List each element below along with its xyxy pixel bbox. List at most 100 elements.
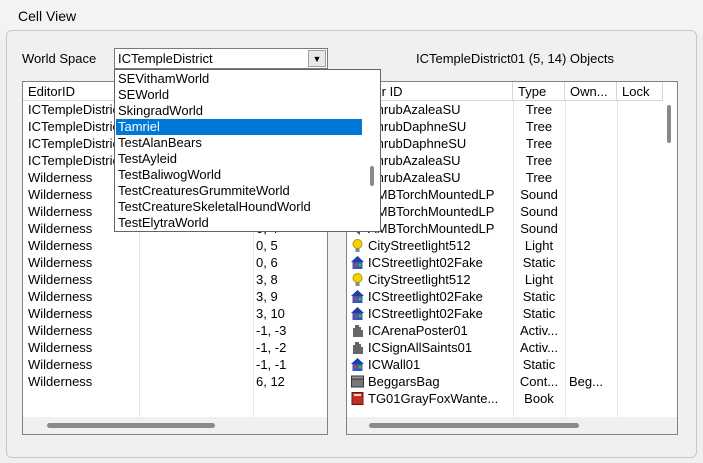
object-editor-id: ICSignAllSaints01: [368, 340, 473, 355]
object-row[interactable]: ICSignAllSaints01 Activ...: [347, 339, 663, 356]
cell-row[interactable]: Wilderness 3, 8: [23, 271, 327, 288]
cell-location: -1, -1: [256, 357, 287, 372]
horizontal-scrollbar[interactable]: [347, 417, 677, 434]
object-row[interactable]: AMBTorchMountedLP Sound: [347, 203, 663, 220]
object-editor-id: AMBTorchMountedLP: [368, 204, 495, 219]
scrollbar-thumb[interactable]: [667, 105, 671, 143]
column-header-owner[interactable]: Own...: [565, 82, 617, 101]
dropdown-option[interactable]: Tamriel: [116, 119, 362, 135]
object-owner: [569, 152, 615, 169]
static-house-icon: [350, 357, 365, 372]
cell-location: 3, 10: [256, 306, 285, 321]
object-editor-id: AMBTorchMountedLP: [368, 187, 495, 202]
object-row[interactable]: AMBTorchMountedLP Sound: [347, 220, 663, 237]
scrollbar-thumb[interactable]: [370, 166, 374, 186]
activator-hand-icon: [350, 340, 365, 355]
dropdown-option[interactable]: SEWorld: [116, 87, 362, 103]
object-editor-id: ShrubAzaleaSU: [368, 170, 461, 185]
object-owner: [569, 339, 615, 356]
cell-row[interactable]: Wilderness 3, 9: [23, 288, 327, 305]
object-editor-id: CityStreetlight512: [368, 238, 471, 253]
object-type: Sound: [520, 187, 558, 202]
object-row[interactable]: ShrubDaphneSU Tree: [347, 135, 663, 152]
world-space-combobox[interactable]: ICTempleDistrict ▼: [114, 48, 328, 69]
dropdown-option[interactable]: TestAyleid: [116, 151, 362, 167]
object-row[interactable]: ICStreetlight02Fake Static: [347, 288, 663, 305]
cell-row[interactable]: Wilderness -1, -2: [23, 339, 327, 356]
world-space-dropdown-list[interactable]: SEVithamWorld SEWorld SkingradWorld Tamriel…: [114, 69, 381, 232]
object-row[interactable]: TG01GrayFoxWante... Book: [347, 390, 663, 407]
object-row[interactable]: ICStreetlight02Fake Static: [347, 305, 663, 322]
object-owner: Beg...: [569, 374, 603, 389]
object-row[interactable]: ShrubAzaleaSU Tree: [347, 169, 663, 186]
cell-row[interactable]: Wilderness -1, -1: [23, 356, 327, 373]
object-type: Static: [522, 357, 556, 372]
cell-location: 3, 8: [256, 272, 278, 287]
cell-row[interactable]: Wilderness 0, 6: [23, 254, 327, 271]
object-row[interactable]: ICArenaPoster01 Activ...: [347, 322, 663, 339]
object-owner: [569, 254, 615, 271]
scrollbar-thumb[interactable]: [369, 423, 579, 428]
object-editor-id: ICStreetlight02Fake: [368, 255, 483, 270]
dropdown-option[interactable]: SkingradWorld: [116, 103, 362, 119]
object-type: Tree: [525, 153, 553, 168]
object-row[interactable]: CityStreetlight512 Light: [347, 271, 663, 288]
cell-row[interactable]: Wilderness 0, 5: [23, 237, 327, 254]
object-owner: [569, 186, 615, 203]
dropdown-option[interactable]: TestCreatureSkeletalHoundWorld: [116, 199, 362, 215]
object-row[interactable]: ICWall01 Static: [347, 356, 663, 373]
static-house-icon: [350, 289, 365, 304]
object-type: Cont...: [519, 374, 559, 389]
object-list[interactable]: Editor ID Type Own... Lock ShrubAzaleaSU…: [346, 81, 678, 435]
object-editor-id: ICArenaPoster01: [368, 323, 468, 338]
horizontal-scrollbar[interactable]: [23, 417, 327, 434]
cell-editorid: Wilderness: [28, 238, 93, 253]
vertical-scrollbar[interactable]: [661, 101, 677, 419]
object-type: Light: [524, 272, 554, 287]
dropdown-option[interactable]: TestElytraWorld: [116, 215, 362, 231]
object-row[interactable]: ShrubAzaleaSU Tree: [347, 101, 663, 118]
object-row[interactable]: ShrubAzaleaSU Tree: [347, 152, 663, 169]
object-owner: [569, 390, 615, 407]
cell-editorid: Wilderness: [28, 272, 93, 287]
object-owner: [569, 220, 615, 237]
cell-editorid: Wilderness: [28, 255, 93, 270]
dropdown-option[interactable]: SEVithamWorld: [116, 71, 362, 87]
window-title: Cell View: [18, 8, 77, 24]
title-bar: Cell View: [0, 0, 703, 34]
dropdown-option[interactable]: TestBaliwogWorld: [116, 167, 362, 183]
dropdown-option[interactable]: TestCreaturesGrummiteWorld: [116, 183, 362, 199]
static-house-icon: [350, 306, 365, 321]
dropdown-scrollbar[interactable]: [363, 70, 380, 231]
cell-row[interactable]: Wilderness 3, 10: [23, 305, 327, 322]
cell-view-window: Cell View World Space ICTempleDistrict ▼…: [0, 0, 703, 463]
object-owner: [569, 305, 615, 322]
cell-editorid: Wilderness: [28, 306, 93, 321]
object-type: Tree: [525, 102, 553, 117]
object-row[interactable]: AMBTorchMountedLP Sound: [347, 186, 663, 203]
object-editor-id: ShrubDaphneSU: [368, 136, 467, 151]
object-editor-id: ICStreetlight02Fake: [368, 306, 483, 321]
object-row[interactable]: ICStreetlight02Fake Static: [347, 254, 663, 271]
chevron-down-icon[interactable]: ▼: [308, 50, 326, 67]
cell-location: 0, 5: [256, 238, 278, 253]
object-type: Activ...: [519, 340, 559, 355]
object-editor-id: ICStreetlight02Fake: [368, 289, 483, 304]
cell-row[interactable]: Wilderness -1, -3: [23, 322, 327, 339]
column-header-type[interactable]: Type: [513, 82, 565, 101]
object-row[interactable]: ShrubDaphneSU Tree: [347, 118, 663, 135]
object-editor-id: BeggarsBag: [368, 374, 440, 389]
cell-editorid: Wilderness: [28, 340, 93, 355]
container-bag-icon: [350, 374, 365, 389]
object-editor-id: TG01GrayFoxWante...: [368, 391, 499, 406]
cell-row[interactable]: Wilderness 6, 12: [23, 373, 327, 390]
scrollbar-thumb[interactable]: [47, 423, 215, 428]
object-owner: [569, 237, 615, 254]
column-header-lock[interactable]: Lock: [617, 82, 663, 101]
object-type: Static: [522, 255, 556, 270]
object-row[interactable]: BeggarsBag Cont... Beg...: [347, 373, 663, 390]
object-row[interactable]: CityStreetlight512 Light: [347, 237, 663, 254]
object-owner: [569, 203, 615, 220]
cell-editorid: Wilderness: [28, 357, 93, 372]
dropdown-option[interactable]: TestAlanBears: [116, 135, 362, 151]
